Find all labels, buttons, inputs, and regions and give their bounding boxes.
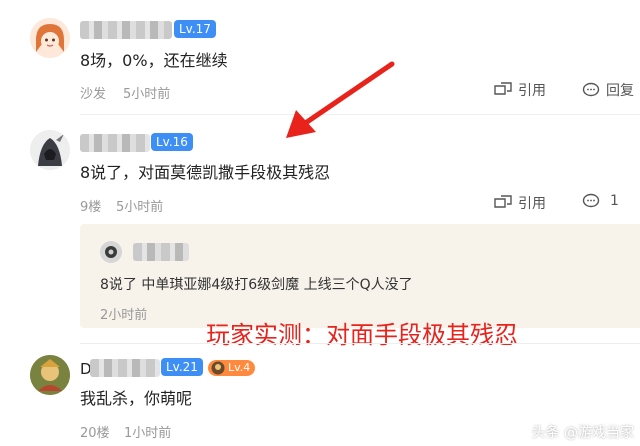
- fan-avatar-icon: [211, 361, 225, 375]
- watermark-text: 头条 @游戏当家: [531, 425, 634, 441]
- fan-level-badge: Lv.4: [208, 360, 256, 376]
- comment-text: 8说了，对面莫德凯撒手段极其残忍: [80, 163, 331, 182]
- floor-label: 20楼: [80, 426, 110, 441]
- nested-reply-time: 2小时前: [100, 308, 148, 323]
- quote-icon: [494, 195, 512, 208]
- quote-label: 引用: [518, 83, 546, 99]
- annotation-text: 玩家实测：对面手段极其残忍: [206, 321, 518, 349]
- comment-bubble-icon: [582, 82, 600, 97]
- floor-label: 沙发: [80, 87, 107, 102]
- watermark: 头条 @游戏当家: [532, 422, 634, 442]
- comment-time: 5小时前: [123, 87, 171, 102]
- avatar[interactable]: [100, 241, 122, 263]
- comment-bubble-icon: [582, 193, 600, 208]
- red-arrow-icon: [286, 61, 395, 138]
- avatar[interactable]: [30, 355, 70, 395]
- comment-time: 5小时前: [116, 200, 164, 215]
- comment-text: 我乱杀，你萌呢: [80, 389, 193, 408]
- level-badge: Lv.21: [161, 358, 203, 376]
- avatar[interactable]: [30, 18, 70, 58]
- nested-reply-text: 8说了 中单琪亚娜4级打6级剑魔 上线三个Q人没了: [100, 277, 413, 293]
- comment-time: 1小时前: [124, 426, 172, 441]
- reply-button[interactable]: 回复: [582, 80, 634, 100]
- username-blurred[interactable]: [80, 21, 172, 39]
- divider: [80, 343, 640, 344]
- avatar-game-character-icon: [30, 355, 70, 395]
- reply-count-button[interactable]: 1: [582, 193, 619, 209]
- fan-level-label: Lv.4: [228, 361, 251, 374]
- quote-button[interactable]: 引用: [494, 193, 546, 213]
- quote-icon: [494, 82, 512, 95]
- level-badge: Lv.16: [151, 133, 193, 151]
- quote-button[interactable]: 引用: [494, 80, 546, 100]
- reply-label: 回复: [606, 83, 634, 99]
- avatar-anime-girl-icon: [30, 18, 70, 58]
- avatar-dark-icon: [100, 241, 122, 263]
- avatar[interactable]: [30, 130, 70, 170]
- avatar-hooded-assassin-icon: [30, 130, 70, 170]
- floor-label: 9楼: [80, 200, 102, 215]
- username-blurred[interactable]: [80, 134, 150, 152]
- comment-text: 8场，0%，还在继续: [80, 51, 228, 70]
- username-blurred[interactable]: [90, 359, 160, 377]
- level-badge: Lv.17: [174, 20, 216, 38]
- username-blurred[interactable]: [133, 243, 189, 261]
- quote-label: 引用: [518, 196, 546, 212]
- reply-count: 1: [610, 193, 619, 209]
